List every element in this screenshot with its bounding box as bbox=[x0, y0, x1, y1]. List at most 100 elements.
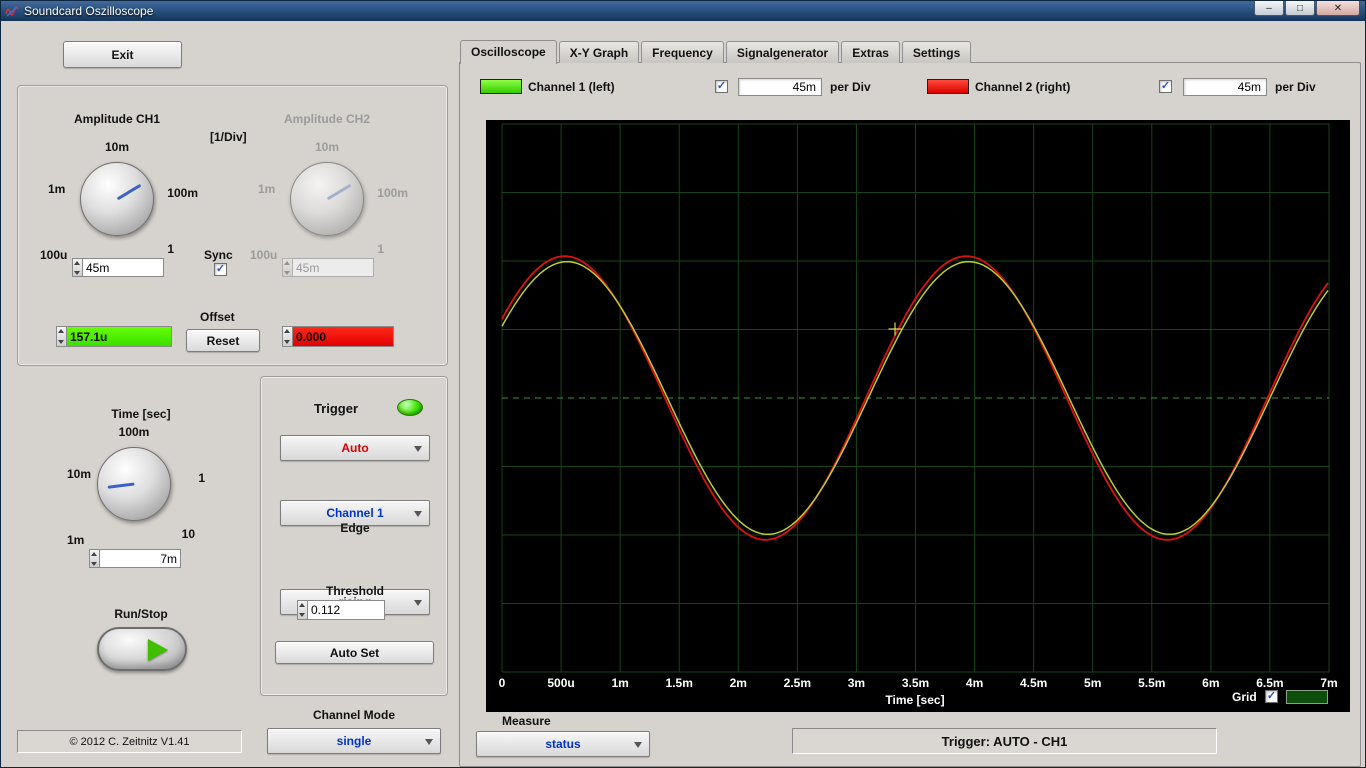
offset-reset-button[interactable]: Reset bbox=[186, 329, 260, 352]
spinner-up-icon[interactable] bbox=[90, 550, 99, 559]
time-knob-group: 100m 10m 1 1m 10 bbox=[51, 425, 217, 557]
tab-settings[interactable]: Settings bbox=[901, 41, 972, 63]
per-div-label: per Div bbox=[1275, 80, 1316, 94]
x-tick-label: 1m bbox=[611, 676, 629, 690]
sync-checkbox[interactable] bbox=[214, 263, 227, 276]
spinner-down-icon[interactable] bbox=[90, 559, 99, 568]
maximize-button[interactable]: □ bbox=[1285, 1, 1315, 16]
grid-color-swatch[interactable] bbox=[1286, 690, 1328, 704]
knob-scale-label: 1m bbox=[48, 182, 66, 196]
oscilloscope-display[interactable]: 0 500u 1m 1.5m 2m 2.5m 3m 3.5m 4m 4.5m 5m 5.5m 6m 6.5… bbox=[486, 120, 1350, 712]
threshold-field[interactable] bbox=[297, 600, 385, 620]
tab-extras[interactable]: Extras bbox=[841, 41, 900, 63]
tab-frequency[interactable]: Frequency bbox=[641, 41, 724, 63]
close-button[interactable]: ✕ bbox=[1316, 1, 1360, 16]
copyright-box: © 2012 C. Zeitnitz V1.41 bbox=[17, 730, 242, 753]
oscilloscope-tab-panel: Channel 1 (left) per Div Channel 2 (righ… bbox=[459, 62, 1361, 767]
time-value-input[interactable] bbox=[100, 549, 181, 568]
chevron-down-icon bbox=[414, 511, 422, 517]
time-knob[interactable] bbox=[97, 447, 171, 521]
amplitude-ch2-knob[interactable] bbox=[290, 162, 364, 236]
x-tick-label: 3m bbox=[847, 676, 866, 690]
channel2-per-div-value[interactable] bbox=[1183, 78, 1267, 96]
x-axis-label: Time [sec] bbox=[885, 693, 945, 707]
auto-set-button[interactable]: Auto Set bbox=[275, 641, 434, 664]
channel2-color-swatch bbox=[927, 79, 969, 94]
channel-mode-label: Channel Mode bbox=[312, 708, 395, 722]
x-tick-label: 3.5m bbox=[901, 676, 930, 690]
measure-dropdown[interactable]: status bbox=[476, 731, 650, 757]
amplitude-ch1-value-field[interactable] bbox=[72, 258, 164, 277]
channel2-label: Channel 2 (right) bbox=[975, 80, 1071, 94]
channel1-enable-checkbox[interactable] bbox=[715, 80, 728, 93]
tab-oscilloscope[interactable]: Oscilloscope bbox=[460, 40, 557, 64]
offset-ch1-field[interactable] bbox=[56, 326, 172, 347]
spinner[interactable] bbox=[56, 326, 67, 347]
spinner-down-icon[interactable] bbox=[283, 337, 292, 347]
tab-strip: Oscilloscope X-Y Graph Frequency Signalg… bbox=[460, 39, 973, 64]
spinner-up-icon bbox=[283, 259, 292, 268]
x-tick-label: 500u bbox=[547, 676, 575, 690]
amplitude-group: Amplitude CH1 [1/Div] Amplitude CH2 10m … bbox=[17, 85, 448, 366]
x-tick-label: 6.5m bbox=[1256, 676, 1284, 690]
chevron-down-icon bbox=[414, 446, 422, 452]
channel1-per-div-value[interactable] bbox=[738, 78, 822, 96]
time-value-field[interactable] bbox=[89, 549, 181, 568]
amplitude-ch1-knob[interactable] bbox=[80, 162, 154, 236]
grid-label: Grid bbox=[1232, 690, 1257, 704]
chevron-down-icon bbox=[425, 739, 433, 745]
channel-mode-dropdown[interactable]: single bbox=[267, 728, 441, 754]
knob-scale-label: 100m bbox=[167, 186, 198, 200]
tab-xy-graph[interactable]: X-Y Graph bbox=[558, 41, 640, 63]
offset-ch2-field[interactable] bbox=[282, 326, 394, 347]
run-stop-button[interactable] bbox=[97, 627, 187, 671]
spinner[interactable] bbox=[297, 600, 308, 620]
spinner-up-icon[interactable] bbox=[283, 327, 292, 337]
exit-button[interactable]: Exit bbox=[63, 41, 182, 68]
trigger-led-icon bbox=[397, 399, 423, 416]
knob-scale-label: 10m bbox=[314, 140, 340, 154]
spinner-down-icon[interactable] bbox=[73, 268, 82, 277]
trigger-group: Trigger Auto Channel 1 Edge rising Thres… bbox=[260, 376, 448, 696]
trigger-mode-value: Auto bbox=[341, 441, 369, 455]
play-icon bbox=[148, 639, 168, 661]
offset-ch2-input[interactable] bbox=[293, 326, 394, 347]
threshold-input[interactable] bbox=[308, 600, 385, 620]
trigger-mode-dropdown[interactable]: Auto bbox=[280, 435, 430, 461]
knob-scale-label: 100u bbox=[250, 248, 278, 262]
chevron-down-icon bbox=[634, 742, 642, 748]
app-icon bbox=[5, 6, 19, 17]
knob-scale-label: 1 bbox=[167, 242, 174, 256]
knob-needle bbox=[107, 482, 135, 489]
spinner-up-icon[interactable] bbox=[57, 327, 66, 337]
minimize-button[interactable]: – bbox=[1254, 1, 1284, 16]
spinner-up-icon[interactable] bbox=[73, 259, 82, 268]
threshold-label: Threshold bbox=[325, 584, 384, 598]
waveform-plot bbox=[501, 123, 1330, 673]
spinner[interactable] bbox=[282, 326, 293, 347]
trigger-source-value: Channel 1 bbox=[326, 506, 384, 520]
x-tick-label: 4m bbox=[965, 676, 984, 690]
tab-signalgenerator[interactable]: Signalgenerator bbox=[725, 41, 840, 63]
knob-scale-label: 10 bbox=[181, 527, 195, 541]
offset-ch1-input[interactable] bbox=[67, 326, 172, 347]
grid-checkbox[interactable] bbox=[1265, 690, 1278, 703]
time-title: Time [sec] bbox=[111, 407, 171, 421]
amplitude-ch1-value-input[interactable] bbox=[83, 258, 164, 277]
knob-needle bbox=[116, 183, 141, 201]
x-tick-label: 5.5m bbox=[1138, 676, 1166, 690]
spinner[interactable] bbox=[89, 549, 100, 568]
x-tick-label: 1.5m bbox=[665, 676, 693, 690]
spinner-down-icon[interactable] bbox=[298, 610, 307, 619]
spinner[interactable] bbox=[72, 258, 83, 277]
spinner bbox=[282, 258, 293, 277]
x-tick-label: 6m bbox=[1202, 676, 1220, 690]
knob-scale-label: 1 bbox=[377, 242, 384, 256]
title-bar: Soundcard Oszilloscope – □ ✕ bbox=[1, 1, 1365, 21]
x-tick-label: 0 bbox=[498, 676, 506, 690]
knob-scale-label: 1 bbox=[198, 471, 205, 485]
per-div-label: per Div bbox=[830, 80, 871, 94]
spinner-down-icon[interactable] bbox=[57, 337, 66, 347]
channel2-enable-checkbox[interactable] bbox=[1159, 80, 1172, 93]
spinner-up-icon[interactable] bbox=[298, 601, 307, 610]
